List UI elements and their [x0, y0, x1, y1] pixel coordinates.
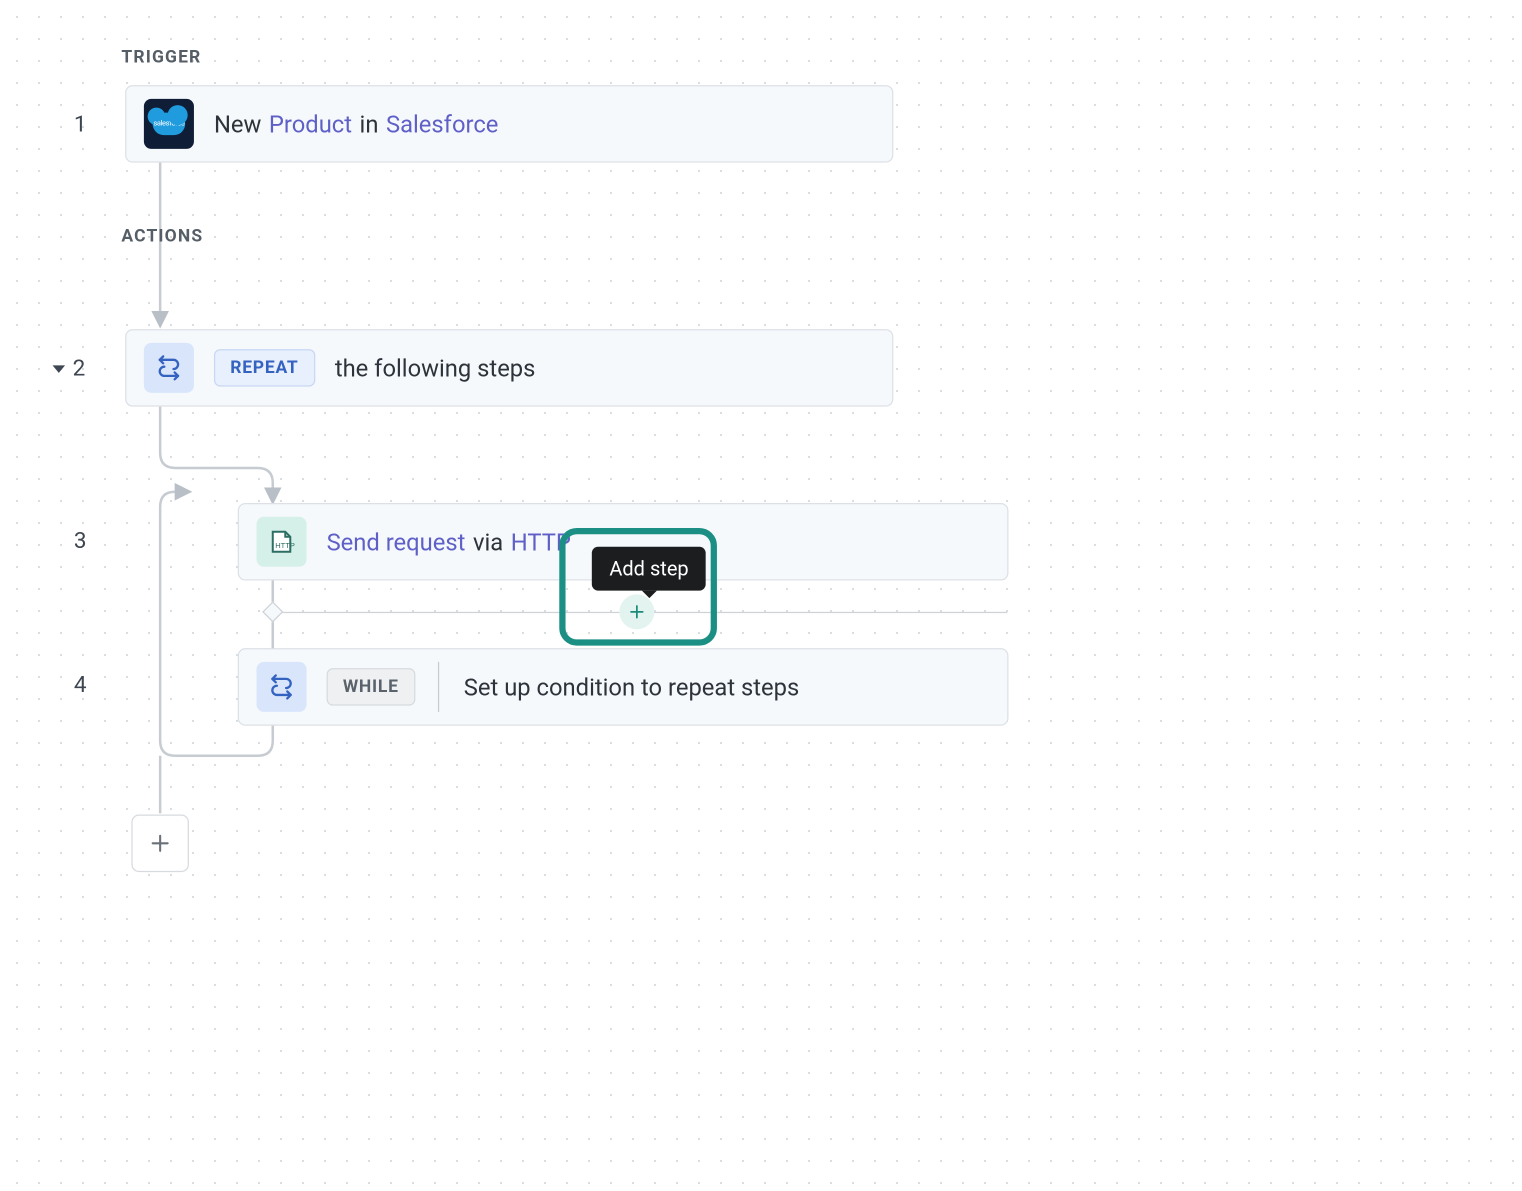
- repeat-step-card[interactable]: REPEAT the following steps: [125, 329, 893, 407]
- trigger-step-card[interactable]: salesforce New Product in Salesforce: [125, 85, 893, 163]
- repeat-icon: [144, 343, 194, 393]
- http-icon: HTTP: [256, 517, 306, 567]
- while-step-card[interactable]: WHILE Set up condition to repeat steps: [238, 648, 1009, 726]
- chevron-down-icon: [53, 365, 66, 373]
- repeat-step-description: the following steps: [335, 353, 536, 382]
- while-step-description: Set up condition to repeat steps: [464, 673, 799, 702]
- while-icon: [256, 662, 306, 712]
- svg-text:HTTP: HTTP: [275, 541, 295, 550]
- actions-section-label: ACTIONS: [121, 226, 203, 246]
- repeat-pill: REPEAT: [214, 349, 315, 387]
- salesforce-icon: salesforce: [144, 99, 194, 149]
- trigger-section-label: TRIGGER: [121, 48, 201, 68]
- separator: [438, 662, 439, 712]
- branch-diamond-icon: [262, 601, 283, 622]
- step-number-1: 1: [74, 111, 87, 137]
- trigger-step-description: New Product in Salesforce: [214, 109, 498, 138]
- http-step-description: Send request via HTTP: [327, 527, 571, 556]
- add-step-inline-button[interactable]: [619, 594, 654, 629]
- step-number-4: 4: [74, 672, 87, 698]
- while-pill: WHILE: [327, 668, 415, 706]
- add-step-end-button[interactable]: [131, 815, 189, 873]
- step-number-2-collapse-toggle[interactable]: 2: [53, 355, 86, 381]
- step-number-3: 3: [74, 528, 87, 554]
- add-step-tooltip: Add step: [592, 547, 706, 591]
